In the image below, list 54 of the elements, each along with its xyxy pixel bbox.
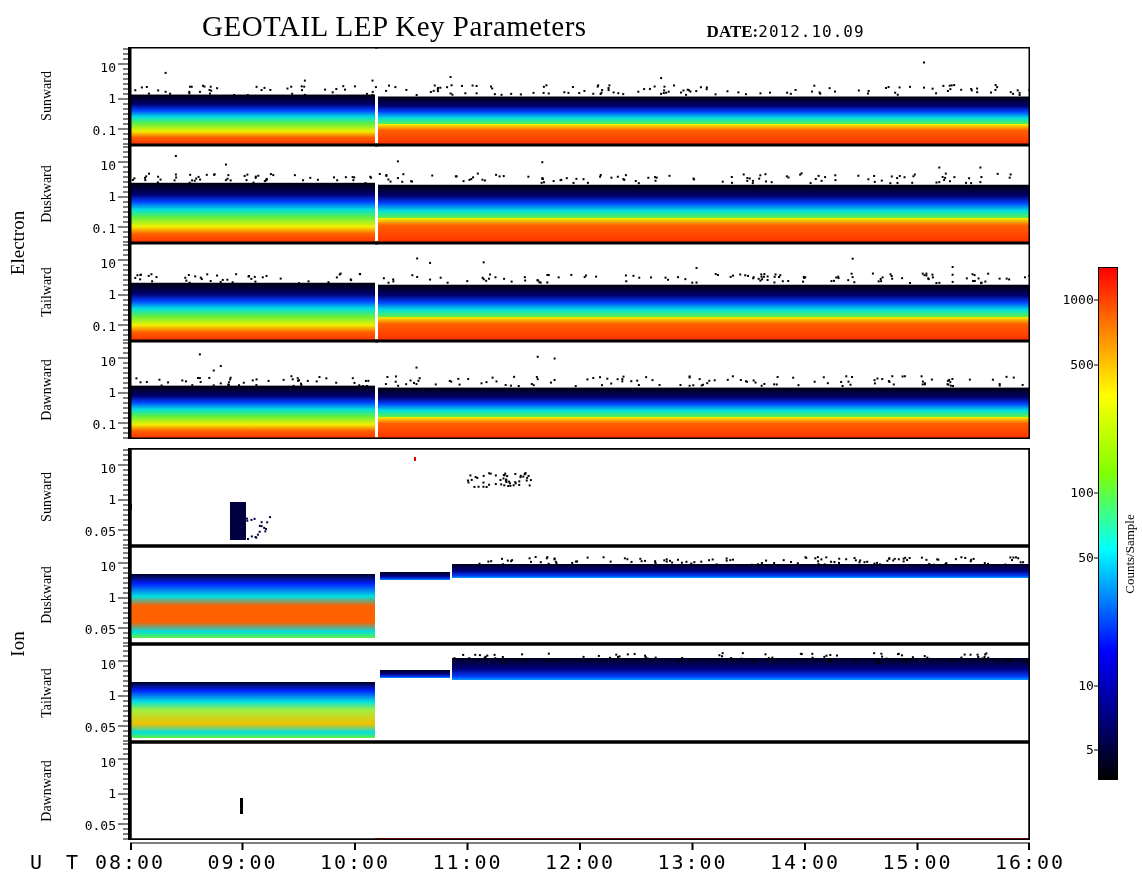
y-tick-label: 10 — [100, 560, 116, 574]
panel-label: Dawnward — [39, 760, 55, 822]
x-tick-label: 13:00 — [657, 850, 728, 874]
y-tick-label: 1 — [108, 591, 116, 605]
colorbar-tick-label: 50 — [1078, 551, 1094, 565]
x-tick-label: 09:00 — [207, 850, 278, 874]
date-value: 2012.10.09 — [758, 22, 865, 41]
x-tick-label: 15:00 — [882, 850, 953, 874]
y-tick-label: 10 — [100, 257, 116, 271]
colorbar-tick-label: 100 — [1070, 486, 1094, 500]
x-tick-label: 08:00 — [94, 850, 166, 874]
y-tick-label: 1 — [108, 288, 116, 302]
y-tick-label: 0.05 — [84, 623, 116, 637]
y-tick-label: 1 — [108, 92, 116, 106]
y-tick-label: 1 — [108, 386, 116, 400]
colorbar-tick-label: 10 — [1078, 679, 1094, 693]
colorbar-label: Counts/Sample — [1122, 513, 1138, 594]
colorbar-tick-label: 1000 — [1062, 293, 1094, 307]
x-tick-label: 14:00 — [769, 850, 841, 874]
x-tick-label: 10:00 — [319, 850, 391, 874]
y-tick-label: 0.1 — [92, 222, 116, 236]
date-label: DATE: — [706, 22, 759, 42]
x-axis-label: U T — [30, 850, 85, 874]
colorbar-tick-label: 500 — [1070, 358, 1094, 372]
y-tick-label: 0.05 — [84, 525, 116, 539]
y-tick-label: 1 — [108, 190, 116, 204]
y-tick-label: 0.05 — [84, 721, 116, 735]
y-tick-label: 1 — [108, 493, 116, 507]
y-tick-label: 1 — [108, 787, 116, 801]
group-label: Electron — [7, 210, 29, 276]
panel-label: Sunward — [39, 472, 55, 522]
y-tick-label: 10 — [100, 159, 116, 173]
y-tick-label: 10 — [100, 756, 116, 770]
y-tick-label: 0.1 — [92, 320, 116, 334]
x-tick-label: 12:00 — [544, 850, 616, 874]
y-tick-label: 0.05 — [84, 819, 116, 833]
panel-label: Duskward — [39, 165, 55, 223]
y-tick-label: 10 — [100, 61, 116, 75]
chart-title: GEOTAIL LEP Key Parameters — [202, 10, 587, 44]
y-tick-label: 0.1 — [92, 124, 116, 138]
y-tick-label: 10 — [100, 658, 116, 672]
y-tick-label: 0.1 — [92, 418, 116, 432]
panel-label: Tailward — [39, 267, 55, 317]
y-tick-label: 10 — [100, 462, 116, 476]
panel-label: Duskward — [39, 566, 55, 624]
panel-label: Dawnward — [39, 359, 55, 421]
y-tick-label: 1 — [108, 689, 116, 703]
y-tick-label: 10 — [100, 355, 116, 369]
panel-label: Tailward — [39, 668, 55, 718]
x-tick-label: 11:00 — [432, 850, 503, 874]
panel-label: Sunward — [39, 71, 55, 121]
x-tick-label: 16:00 — [994, 850, 1066, 874]
group-label: Ion — [7, 631, 29, 657]
colorbar-tick-label: 5 — [1085, 743, 1094, 757]
